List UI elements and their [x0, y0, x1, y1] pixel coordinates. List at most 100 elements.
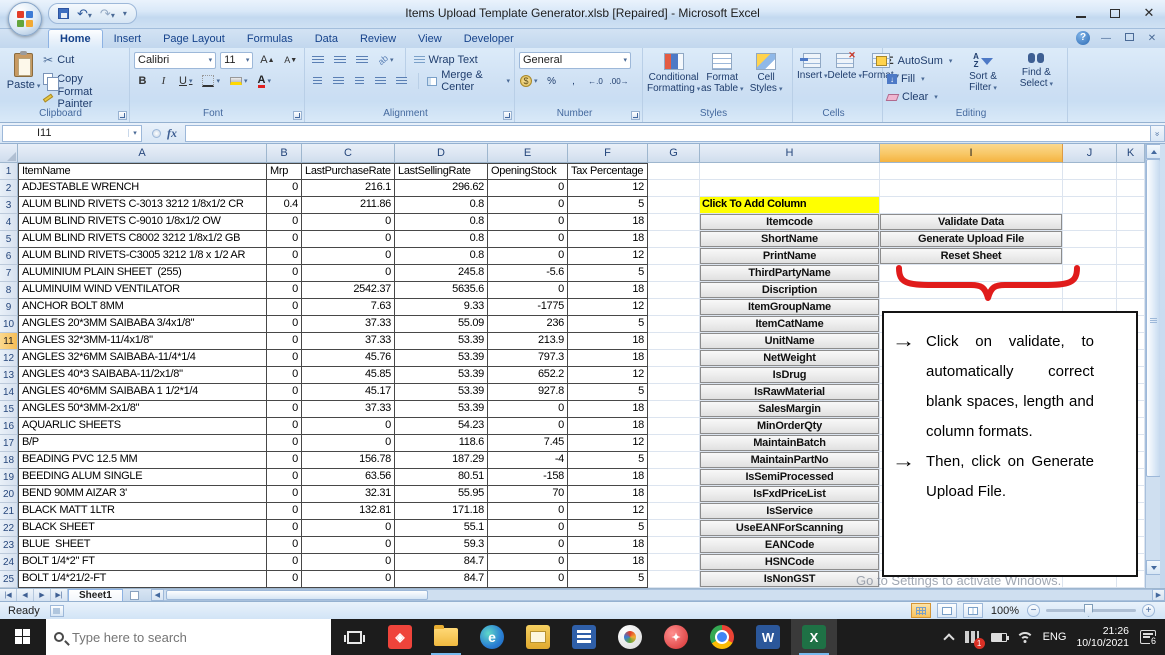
- cell-B10[interactable]: 0: [267, 316, 302, 333]
- cell-E16[interactable]: 0: [488, 418, 568, 435]
- cell-styles-button[interactable]: Cell Styles: [744, 51, 788, 107]
- cell-C14[interactable]: 45.17: [302, 384, 395, 401]
- cell-F11[interactable]: 18: [568, 333, 648, 350]
- select-all-corner[interactable]: [0, 144, 18, 163]
- cell-J5[interactable]: [1063, 231, 1117, 248]
- cell-C9[interactable]: 7.63: [302, 299, 395, 316]
- cell-F6[interactable]: 12: [568, 248, 648, 265]
- row-header-1[interactable]: 1: [0, 163, 18, 180]
- cell-C2[interactable]: 216.1: [302, 180, 395, 197]
- dialog-launcher-icon[interactable]: [631, 111, 640, 120]
- save-icon[interactable]: [58, 8, 69, 19]
- cell-G19[interactable]: [648, 469, 700, 486]
- cell-A11[interactable]: ANGLES 32*3MM-11/4x1/8": [18, 333, 267, 350]
- page-layout-view-button[interactable]: [937, 603, 957, 618]
- cell-F1[interactable]: Tax Percentage: [568, 163, 648, 180]
- cell-I5[interactable]: Generate Upload File: [880, 231, 1063, 248]
- cell-E17[interactable]: 7.45: [488, 435, 568, 452]
- cell-F13[interactable]: 12: [568, 367, 648, 384]
- first-sheet-icon[interactable]: |◀: [0, 589, 17, 601]
- field-button-issemiprocessed[interactable]: IsSemiProcessed: [700, 469, 879, 485]
- cell-A2[interactable]: ADJESTABLE WRENCH: [18, 180, 267, 197]
- orientation-button[interactable]: ab: [375, 52, 397, 69]
- clock[interactable]: 21:2610/10/2021: [1076, 625, 1129, 649]
- cell-D21[interactable]: 171.18: [395, 503, 488, 520]
- cell-C24[interactable]: 0: [302, 554, 395, 571]
- cell-G12[interactable]: [648, 350, 700, 367]
- cell-G13[interactable]: [648, 367, 700, 384]
- cell-B6[interactable]: 0: [267, 248, 302, 265]
- decrease-indent-button[interactable]: [372, 73, 389, 90]
- ribbon-tab-page-layout[interactable]: Page Layout: [152, 30, 236, 48]
- cell-C12[interactable]: 45.76: [302, 350, 395, 367]
- cell-C20[interactable]: 32.31: [302, 486, 395, 503]
- cell-F15[interactable]: 18: [568, 401, 648, 418]
- row-header-19[interactable]: 19: [0, 469, 18, 486]
- field-button-unitname[interactable]: UnitName: [700, 333, 879, 349]
- font-size-select[interactable]: 11: [220, 52, 253, 69]
- cell-D24[interactable]: 84.7: [395, 554, 488, 571]
- column-header-h[interactable]: H: [700, 144, 880, 163]
- cell-B12[interactable]: 0: [267, 350, 302, 367]
- cell-I4[interactable]: Validate Data: [880, 214, 1063, 231]
- increase-indent-button[interactable]: [393, 73, 410, 90]
- ribbon-tab-home[interactable]: Home: [48, 29, 103, 48]
- cell-E19[interactable]: -158: [488, 469, 568, 486]
- name-box[interactable]: I11 ▾: [2, 125, 142, 142]
- row-header-6[interactable]: 6: [0, 248, 18, 265]
- bold-button[interactable]: B: [134, 73, 151, 90]
- cell-B4[interactable]: 0: [267, 214, 302, 231]
- cell-B2[interactable]: 0: [267, 180, 302, 197]
- align-center-button[interactable]: [330, 73, 347, 90]
- cell-G10[interactable]: [648, 316, 700, 333]
- action-button-reset-sheet[interactable]: Reset Sheet: [880, 248, 1062, 264]
- cell-A21[interactable]: BLACK MATT 1LTR: [18, 503, 267, 520]
- cell-I2[interactable]: [880, 180, 1063, 197]
- dialog-launcher-icon[interactable]: [293, 111, 302, 120]
- cell-F25[interactable]: 5: [568, 571, 648, 588]
- align-middle-button[interactable]: [331, 52, 349, 69]
- taskbar-app-outlook[interactable]: [515, 619, 561, 655]
- cell-H7[interactable]: ThirdPartyName: [700, 265, 880, 282]
- cell-C6[interactable]: 0: [302, 248, 395, 265]
- cell-G15[interactable]: [648, 401, 700, 418]
- column-header-k[interactable]: K: [1117, 144, 1145, 163]
- clear-button[interactable]: Clear: [887, 88, 952, 106]
- column-header-b[interactable]: B: [267, 144, 302, 163]
- cell-F23[interactable]: 18: [568, 537, 648, 554]
- cell-H15[interactable]: SalesMargin: [700, 401, 880, 418]
- cell-G9[interactable]: [648, 299, 700, 316]
- scroll-down-icon[interactable]: [1146, 560, 1161, 575]
- cell-G21[interactable]: [648, 503, 700, 520]
- cell-F5[interactable]: 18: [568, 231, 648, 248]
- cell-E23[interactable]: 0: [488, 537, 568, 554]
- cell-G23[interactable]: [648, 537, 700, 554]
- accounting-format-button[interactable]: $: [519, 73, 539, 89]
- cell-G7[interactable]: [648, 265, 700, 282]
- taskbar-app-word[interactable]: W: [745, 619, 791, 655]
- cell-E6[interactable]: 0: [488, 248, 568, 265]
- cell-H22[interactable]: UseEANForScanning: [700, 520, 880, 537]
- notification-center-button[interactable]: 6: [1139, 628, 1157, 646]
- row-header-21[interactable]: 21: [0, 503, 18, 520]
- cell-E14[interactable]: 927.8: [488, 384, 568, 401]
- cell-A10[interactable]: ANGLES 20*3MM SAIBABA 3/4x1/8": [18, 316, 267, 333]
- cell-A12[interactable]: ANGLES 32*6MM SAIBABA-11/4*1/4: [18, 350, 267, 367]
- cell-D25[interactable]: 84.7: [395, 571, 488, 588]
- field-button-itemcatname[interactable]: ItemCatName: [700, 316, 879, 332]
- taskbar-app-explorer[interactable]: [423, 619, 469, 655]
- number-format-select[interactable]: General: [519, 52, 631, 69]
- workbook-restore-icon[interactable]: [1122, 33, 1136, 44]
- column-header-d[interactable]: D: [395, 144, 488, 163]
- name-box-dropdown-icon[interactable]: ▾: [128, 129, 141, 137]
- cell-H16[interactable]: MinOrderQty: [700, 418, 880, 435]
- field-button-itemcode[interactable]: Itemcode: [700, 214, 879, 230]
- cell-A7[interactable]: ALUMINIUM PLAIN SHEET (255): [18, 265, 267, 282]
- cell-G17[interactable]: [648, 435, 700, 452]
- field-button-isnongst[interactable]: IsNonGST: [700, 571, 879, 587]
- workbook-minimize-icon[interactable]: —: [1099, 33, 1113, 44]
- find-select-button[interactable]: Find & Select: [1010, 51, 1063, 107]
- cell-H1[interactable]: [700, 163, 880, 180]
- fill-color-button[interactable]: [227, 73, 251, 90]
- cell-D4[interactable]: 0.8: [395, 214, 488, 231]
